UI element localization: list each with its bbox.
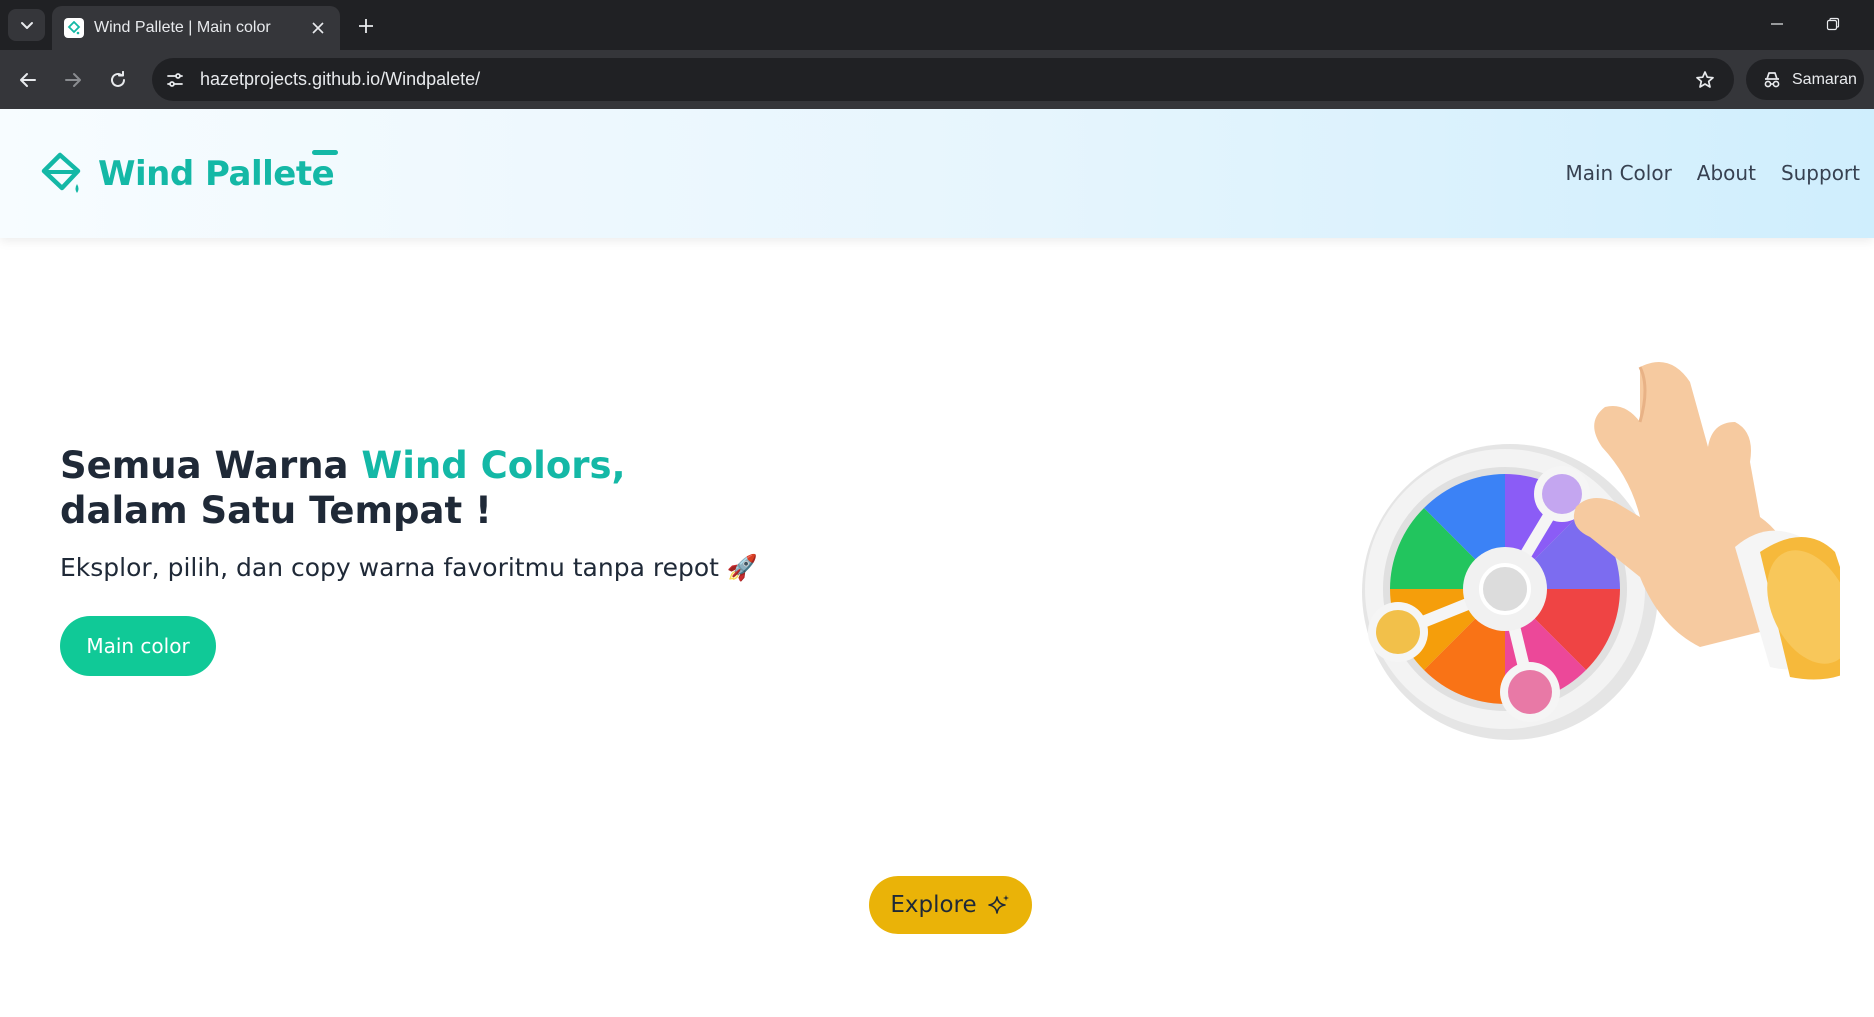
main-nav: Main Color About Support	[1565, 161, 1860, 185]
browser-tab[interactable]: Wind Pallete | Main color	[52, 6, 340, 50]
reload-icon	[111, 71, 125, 87]
nav-support[interactable]: Support	[1781, 161, 1860, 185]
hero-title-line2: dalam Satu Tempat !	[60, 489, 492, 532]
browser-toolbar: hazetprojects.github.io/Windpalete/ Sama…	[0, 50, 1874, 109]
back-button[interactable]	[12, 64, 44, 96]
hero-title: Semua Warna Wind Colors, dalam Satu Temp…	[60, 443, 626, 533]
new-tab-button[interactable]	[352, 12, 380, 40]
url-text[interactable]: hazetprojects.github.io/Windpalete/	[200, 69, 1688, 90]
restore-button[interactable]	[1818, 12, 1848, 36]
profile-label: Samaran	[1792, 70, 1857, 88]
nav-main-color[interactable]: Main Color	[1565, 161, 1671, 185]
hero-title-plain: Semua Warna	[60, 444, 362, 487]
explore-button[interactable]: Explore	[869, 876, 1032, 934]
site-info-icon[interactable]	[158, 63, 192, 97]
web-page: Wind Pallete Main Color About Support Se…	[0, 109, 1874, 1017]
incognito-icon	[1764, 71, 1780, 87]
main-color-button[interactable]: Main color	[60, 616, 216, 676]
explore-label: Explore	[890, 892, 977, 918]
color-wheel-hand-illustration	[1362, 362, 1840, 740]
back-icon	[20, 73, 36, 87]
tab-title: Wind Pallete | Main color	[94, 19, 271, 36]
close-icon[interactable]	[308, 18, 328, 38]
hero-title-accent: Wind Colors,	[361, 444, 626, 487]
site-header: Wind Pallete Main Color About Support	[0, 109, 1874, 238]
minimize-icon	[1771, 23, 1783, 25]
forward-button[interactable]	[57, 64, 89, 96]
browser-tab-strip: Wind Pallete | Main color	[0, 0, 1874, 50]
profile-button[interactable]: Samaran	[1746, 59, 1864, 100]
plus-icon	[359, 19, 373, 33]
sparkle-icon	[987, 895, 1009, 914]
forward-icon	[65, 73, 81, 87]
site-favicon	[64, 18, 84, 38]
address-bar[interactable]: hazetprojects.github.io/Windpalete/	[152, 58, 1734, 101]
hero-subtitle: Eksplor, pilih, dan copy warna favoritmu…	[60, 553, 759, 582]
logo-accent-bar	[312, 150, 339, 155]
nav-about[interactable]: About	[1697, 161, 1756, 185]
minimize-button[interactable]	[1762, 12, 1792, 36]
reload-button[interactable]	[102, 64, 134, 96]
logo-text: Wind Pallete	[98, 150, 339, 194]
paint-bucket-logo-icon	[41, 152, 81, 193]
chevron-down-icon	[20, 22, 33, 29]
site-logo[interactable]: Wind Pallete	[38, 150, 339, 197]
tab-list-button[interactable]	[8, 9, 45, 41]
star-icon[interactable]	[1688, 63, 1722, 97]
restore-icon	[1826, 17, 1840, 31]
